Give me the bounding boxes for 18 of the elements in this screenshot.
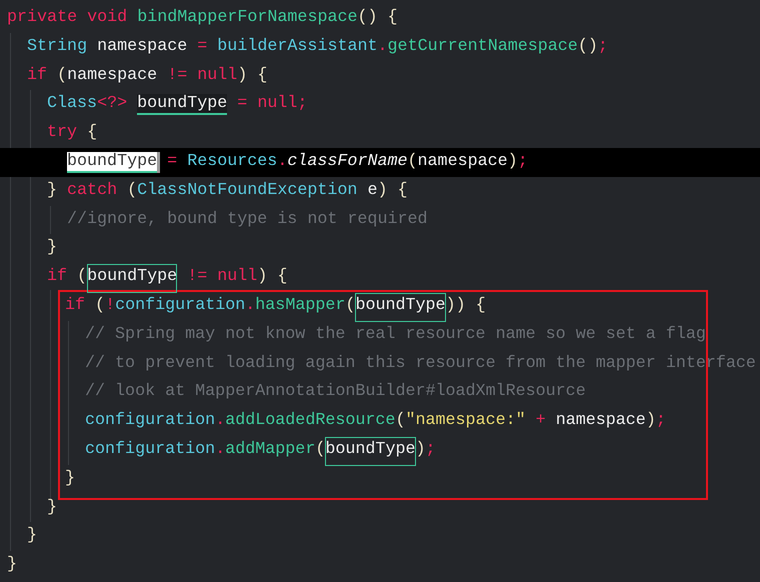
code-line: //ignore, bound type is not required — [67, 208, 429, 231]
code-line: String namespace = builderAssistant.getCurrentNamespace(); — [27, 36, 609, 58]
code-line: } — [65, 468, 76, 490]
code-line: } — [47, 237, 58, 260]
code-line: } — [27, 525, 38, 548]
code-line: if (boundType != null) { — [47, 263, 760, 292]
code-line: if (namespace != null) { — [27, 64, 268, 87]
code-line: } — [7, 554, 18, 576]
code-line: configuration.addLoadedResource("namespace:" + namespace); — [85, 410, 667, 432]
code-line: } catch (ClassNotFoundException e) { — [47, 180, 409, 202]
code-line: } — [47, 496, 58, 519]
code-line: if (!configuration.hasMapper(boundType)) { — [65, 292, 706, 321]
code-line: // look at MapperAnnotationBuilder#loadXmlResource — [85, 381, 587, 404]
code-line: Class<?> boundType = null; — [47, 93, 308, 118]
code-line: private void bindMapperForNamespace() { — [7, 7, 399, 29]
code-line: // Spring may not know the real resource name so we set a flag — [85, 324, 706, 346]
code-line: try { — [47, 122, 98, 144]
code-line: configuration.addMapper(boundType); — [85, 436, 706, 465]
